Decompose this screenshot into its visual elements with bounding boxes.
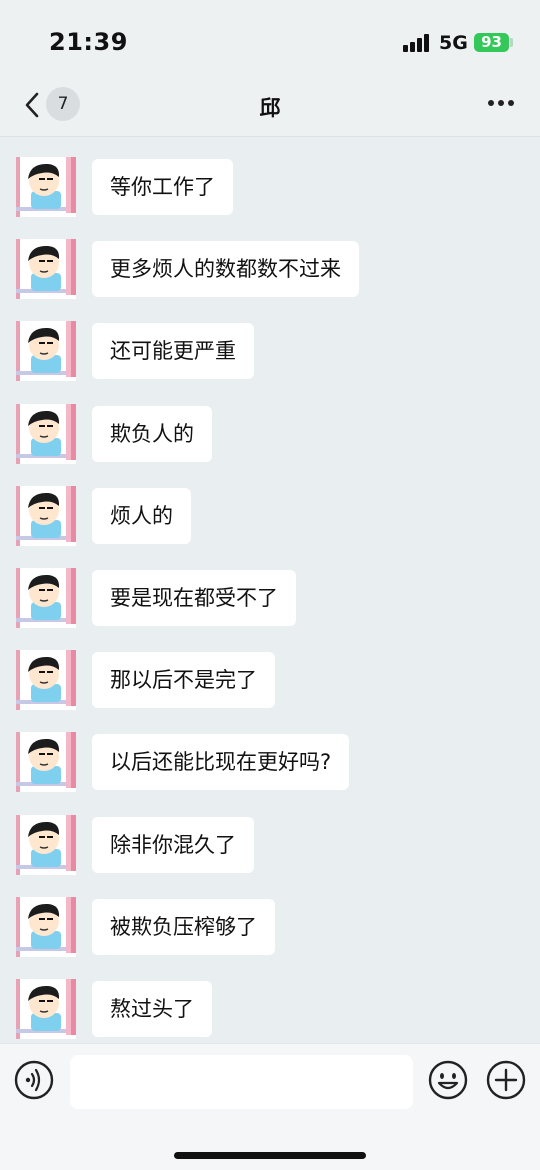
message-bubble[interactable]: 烦人的 <box>92 487 191 544</box>
network-type: 5G <box>439 32 468 54</box>
message-row: 更多烦人的数都数不过来 <box>0 239 540 300</box>
message-row: 要是现在都受不了 <box>0 568 540 628</box>
avatar[interactable] <box>16 732 76 793</box>
chat-header: 7 邱 <box>0 80 540 137</box>
emoji-icon[interactable] <box>428 1060 468 1100</box>
avatar[interactable] <box>16 157 76 217</box>
home-indicator <box>174 1152 366 1159</box>
avatar[interactable] <box>16 896 76 957</box>
message-row: 被欺负压榨够了 <box>0 896 540 957</box>
avatar[interactable] <box>16 403 76 464</box>
status-time: 21:39 <box>49 28 128 56</box>
message-bubble[interactable]: 欺负人的 <box>92 405 212 462</box>
avatar[interactable] <box>16 485 76 546</box>
message-row: 欺负人的 <box>0 403 540 464</box>
message-row: 还可能更严重 <box>0 321 540 382</box>
message-row: 以后还能比现在更好吗? <box>0 732 540 793</box>
cellular-signal-icon <box>403 34 431 52</box>
message-bubble[interactable]: 等你工作了 <box>92 159 233 215</box>
message-row: 熬过头了 <box>0 979 540 1039</box>
message-bubble[interactable]: 熬过头了 <box>92 981 212 1037</box>
more-horizontal-icon[interactable] <box>488 100 516 108</box>
message-bubble[interactable]: 以后还能比现在更好吗? <box>92 734 350 791</box>
avatar[interactable] <box>16 239 76 300</box>
battery-level: 93 <box>481 33 502 51</box>
avatar[interactable] <box>16 979 76 1039</box>
avatar[interactable] <box>16 568 76 628</box>
voice-icon[interactable] <box>14 1060 54 1100</box>
message-bubble[interactable]: 那以后不是完了 <box>92 652 275 709</box>
message-bubble[interactable]: 还可能更严重 <box>92 323 254 380</box>
avatar[interactable] <box>16 814 76 875</box>
message-list: 等你工作了 更多烦人的数都数不过来 还可能更严重 欺负人的 烦人的 要是现在都受… <box>0 137 540 1043</box>
message-bubble[interactable]: 除非你混久了 <box>92 816 254 873</box>
status-bar: 21:39 5G 93 <box>0 0 540 80</box>
message-input[interactable] <box>70 1055 413 1109</box>
message-row: 那以后不是完了 <box>0 650 540 711</box>
plus-icon[interactable] <box>486 1060 526 1100</box>
battery-icon: 93 <box>474 33 509 52</box>
chat-title: 邱 <box>259 96 281 120</box>
message-bubble[interactable]: 被欺负压榨够了 <box>92 898 275 955</box>
avatar[interactable] <box>16 321 76 382</box>
message-row: 除非你混久了 <box>0 814 540 875</box>
message-bubble[interactable]: 更多烦人的数都数不过来 <box>92 241 359 298</box>
message-bubble[interactable]: 要是现在都受不了 <box>92 570 296 626</box>
battery-tip <box>510 38 513 47</box>
message-row: 等你工作了 <box>0 157 540 217</box>
avatar[interactable] <box>16 650 76 711</box>
message-row: 烦人的 <box>0 485 540 546</box>
input-bar <box>0 1043 540 1170</box>
